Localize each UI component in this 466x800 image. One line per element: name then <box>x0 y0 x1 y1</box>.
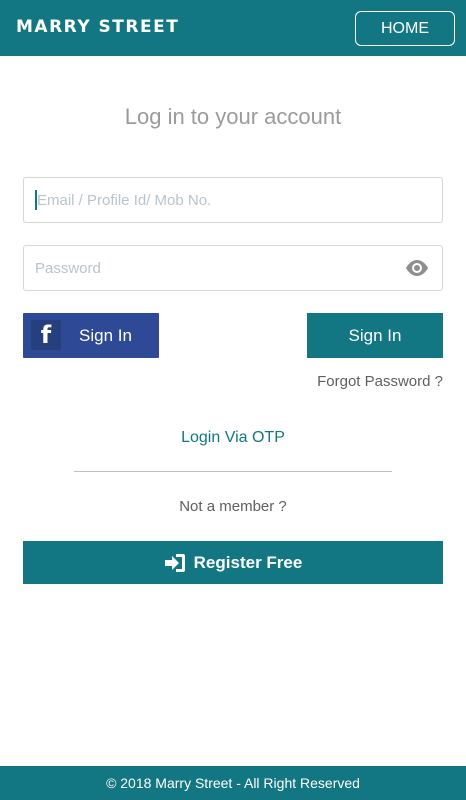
password-field[interactable]: Password <box>23 245 443 291</box>
facebook-signin-button[interactable]: f Sign In <box>23 313 159 358</box>
facebook-icon-letter: f <box>40 321 52 349</box>
divider <box>74 471 392 472</box>
sign-in-arrow-icon <box>164 553 185 572</box>
eye-icon[interactable] <box>404 259 430 277</box>
password-placeholder: Password <box>35 260 101 277</box>
signin-button[interactable]: Sign In <box>307 313 443 358</box>
home-button[interactable]: HOME <box>355 11 455 46</box>
not-member-text: Not a member ? <box>179 498 287 515</box>
forgot-password-link[interactable]: Forgot Password ? <box>317 373 443 390</box>
app-footer: © 2018 Marry Street - All Right Reserved <box>0 766 466 800</box>
page-title: Log in to your account <box>124 104 342 129</box>
facebook-signin-label: Sign In <box>79 326 132 345</box>
facebook-icon: f <box>31 320 61 350</box>
email-placeholder: Email / Profile Id/ Mob No. <box>37 192 212 209</box>
brand-logo[interactable]: MARRY STREET <box>16 17 179 37</box>
login-via-otp-link[interactable]: Login Via OTP <box>0 429 466 447</box>
app-header: MARRY STREET HOME <box>0 0 466 56</box>
register-free-label: Register Free <box>193 552 303 572</box>
register-free-button[interactable]: Register Free <box>23 541 443 584</box>
email-field[interactable]: Email / Profile Id/ Mob No. <box>23 177 443 223</box>
copyright-text: © 2018 Marry Street - All Right Reserved <box>106 775 360 791</box>
login-page: MARRY STREET HOME Log in to your account… <box>0 0 466 800</box>
